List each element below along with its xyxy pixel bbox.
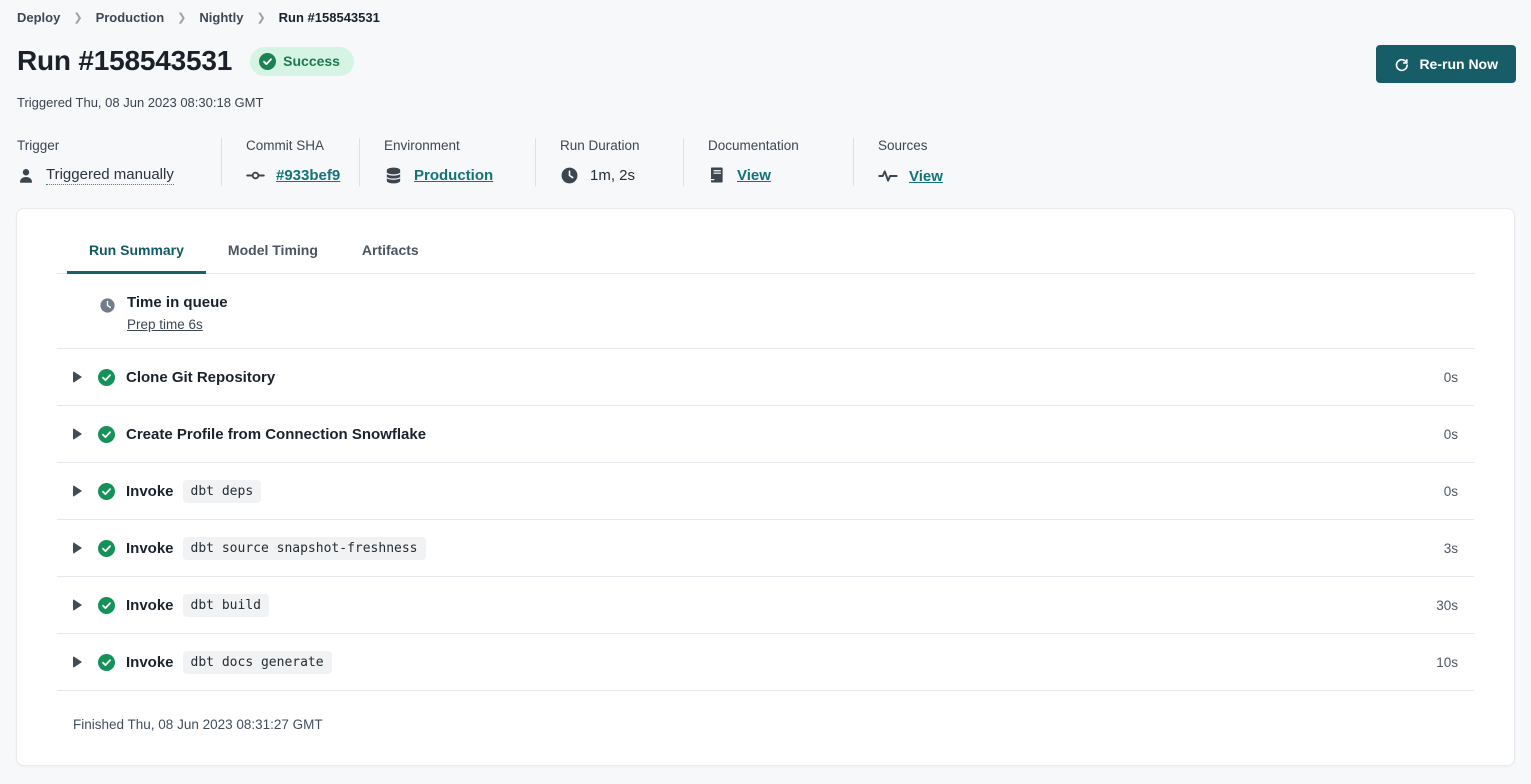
tab-artifacts[interactable]: Artifacts xyxy=(340,233,441,274)
meta-commit-sha: Commit SHA #933bef9 xyxy=(246,138,360,186)
step-command: dbt docs generate xyxy=(183,651,332,674)
step-success-check-icon xyxy=(98,654,115,671)
trigger-value: Triggered manually xyxy=(46,166,174,185)
database-icon xyxy=(384,166,403,185)
breadcrumb-item: Run #158543531 xyxy=(279,10,380,25)
meta-duration-label: Run Duration xyxy=(560,138,659,153)
step-success-check-icon xyxy=(98,597,115,614)
run-duration-value: 1m, 2s xyxy=(590,167,635,184)
triggered-timestamp: Triggered Thu, 08 Jun 2023 08:30:18 GMT xyxy=(17,95,1516,110)
breadcrumb-chevron-icon: ❯ xyxy=(73,11,82,24)
step-command: dbt deps xyxy=(183,480,262,503)
meta-environment: Environment Production xyxy=(384,138,536,186)
environment-link[interactable]: Production xyxy=(414,167,493,184)
run-metadata-row: Trigger Triggered manually Commit SHA #9… xyxy=(17,138,1516,186)
success-check-icon xyxy=(259,53,276,70)
status-badge: Success xyxy=(250,47,354,76)
step-name: Invoke xyxy=(126,483,174,500)
run-summary-card: Run SummaryModel TimingArtifacts Time in… xyxy=(16,208,1515,766)
book-icon xyxy=(708,166,726,184)
step-row: Invoke dbt docs generate 10s xyxy=(57,633,1474,690)
status-badge-label: Success xyxy=(283,53,340,69)
expand-step-icon[interactable] xyxy=(73,599,82,611)
breadcrumb-item[interactable]: Deploy xyxy=(17,10,60,25)
meta-run-duration: Run Duration 1m, 2s xyxy=(560,138,684,186)
tab-model-timing[interactable]: Model Timing xyxy=(206,233,340,274)
step-row: Invoke dbt build 30s xyxy=(57,576,1474,633)
step-success-check-icon xyxy=(98,483,115,500)
breadcrumb: Deploy ❯ Production ❯ Nightly ❯ Run #158543531 xyxy=(17,10,1516,25)
prep-time-link[interactable]: Prep time 6s xyxy=(127,317,203,332)
step-row: Create Profile from Connection Snowflake… xyxy=(57,405,1474,462)
clock-icon xyxy=(560,166,579,185)
meta-trigger-label: Trigger xyxy=(17,138,197,153)
tab-run-summary[interactable]: Run Summary xyxy=(67,233,206,274)
meta-sources-label: Sources xyxy=(878,138,943,153)
run-steps-list: Time in queue Prep time 6s Clone Git Rep… xyxy=(57,274,1474,732)
expand-step-icon[interactable] xyxy=(73,428,82,440)
step-name: Invoke xyxy=(126,597,174,614)
expand-step-icon[interactable] xyxy=(73,542,82,554)
meta-documentation-label: Documentation xyxy=(708,138,829,153)
commit-icon xyxy=(246,166,265,185)
breadcrumb-item[interactable]: Nightly xyxy=(199,10,243,25)
finished-timestamp: Finished Thu, 08 Jun 2023 08:31:27 GMT xyxy=(57,690,1474,732)
step-success-check-icon xyxy=(98,369,115,386)
breadcrumb-chevron-icon: ❯ xyxy=(256,11,265,24)
commit-sha-link[interactable]: #933bef9 xyxy=(276,167,340,184)
meta-trigger: Trigger Triggered manually xyxy=(17,138,222,186)
meta-environment-label: Environment xyxy=(384,138,511,153)
steps-container: Clone Git Repository 0s Create Profile f… xyxy=(57,348,1474,690)
step-row: Clone Git Repository 0s xyxy=(57,348,1474,405)
step-command: dbt build xyxy=(183,594,269,617)
rerun-now-button[interactable]: Re-run Now xyxy=(1376,45,1516,83)
step-name: Clone Git Repository xyxy=(126,369,275,386)
step-duration: 3s xyxy=(1444,541,1458,556)
meta-commit-label: Commit SHA xyxy=(246,138,335,153)
step-command: dbt source snapshot-freshness xyxy=(183,537,426,560)
expand-step-icon[interactable] xyxy=(73,371,82,383)
step-duration: 10s xyxy=(1436,655,1458,670)
step-name: Invoke xyxy=(126,654,174,671)
page-title: Run #158543531 xyxy=(17,45,232,77)
step-duration: 0s xyxy=(1444,427,1458,442)
step-name: Create Profile from Connection Snowflake xyxy=(126,426,426,443)
sources-view-link[interactable]: View xyxy=(909,168,943,185)
documentation-view-link[interactable]: View xyxy=(737,167,771,184)
step-row: Invoke dbt source snapshot-freshness 3s xyxy=(57,519,1474,576)
pulse-icon xyxy=(878,166,898,186)
step-success-check-icon xyxy=(98,426,115,443)
expand-step-icon[interactable] xyxy=(73,485,82,497)
title-row: Run #158543531 Success Re-run Now xyxy=(17,45,1516,83)
tab-bar: Run SummaryModel TimingArtifacts xyxy=(57,209,1474,274)
queue-clock-icon xyxy=(99,297,116,319)
meta-documentation: Documentation View xyxy=(708,138,854,186)
time-in-queue-row: Time in queue Prep time 6s xyxy=(57,274,1474,348)
person-icon xyxy=(17,167,35,185)
breadcrumb-chevron-icon: ❯ xyxy=(177,11,186,24)
meta-sources: Sources View xyxy=(878,138,967,186)
queue-title: Time in queue xyxy=(127,294,228,311)
step-name: Invoke xyxy=(126,540,174,557)
refresh-icon xyxy=(1394,57,1409,72)
rerun-now-label: Re-run Now xyxy=(1419,56,1498,72)
page-header: Deploy ❯ Production ❯ Nightly ❯ Run #158543531… xyxy=(0,0,1531,186)
expand-step-icon[interactable] xyxy=(73,656,82,668)
step-row: Invoke dbt deps 0s xyxy=(57,462,1474,519)
breadcrumb-item[interactable]: Production xyxy=(96,10,165,25)
step-duration: 0s xyxy=(1444,484,1458,499)
step-success-check-icon xyxy=(98,540,115,557)
step-duration: 30s xyxy=(1436,598,1458,613)
step-duration: 0s xyxy=(1444,370,1458,385)
